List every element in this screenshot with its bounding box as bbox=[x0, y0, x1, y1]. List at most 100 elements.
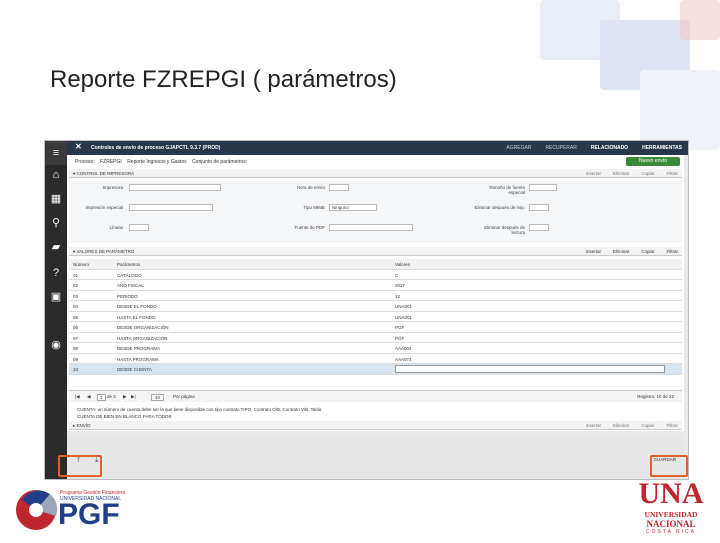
font-size-input[interactable] bbox=[529, 184, 557, 191]
cell-parameter: DESDE ORGANIZACIÓN bbox=[117, 325, 169, 330]
cell-value[interactable]: AAA004 bbox=[395, 346, 412, 351]
cell-value[interactable]: 2017 bbox=[395, 283, 405, 288]
cell-value[interactable]: PGF bbox=[395, 325, 404, 330]
grid-icon[interactable]: ▦ bbox=[45, 187, 67, 211]
add-button[interactable]: AGREGAR bbox=[506, 145, 531, 151]
printer-select[interactable] bbox=[129, 184, 221, 191]
cell-parameter: HASTA EL FONDO bbox=[117, 314, 156, 320]
time-input[interactable] bbox=[329, 184, 349, 191]
cell-parameter: HASTA ORGANIZACIÓN bbox=[117, 335, 168, 341]
delete-after-print-label: Eliminar después de imp. bbox=[474, 205, 525, 210]
una-line-1: UNIVERSIDAD bbox=[644, 510, 698, 519]
table-row[interactable]: 07 HASTA ORGANIZACIÓN PGF bbox=[69, 333, 682, 343]
table-row[interactable]: 03 PERIODO 12 bbox=[69, 291, 682, 301]
submit-copy-button[interactable]: Copiar bbox=[641, 421, 654, 430]
special-print-input[interactable] bbox=[129, 204, 213, 211]
tools-button[interactable]: HERRAMIENTAS bbox=[642, 145, 682, 151]
new-submission-button[interactable]: Nuevo envío bbox=[626, 157, 680, 166]
mime-input[interactable]: Ninguno bbox=[329, 204, 377, 211]
user-icon[interactable]: ◉ bbox=[45, 333, 67, 357]
menu-icon[interactable]: ≡ bbox=[45, 141, 67, 165]
cell-value[interactable]: PGF bbox=[395, 336, 404, 341]
pgf-text: PGF bbox=[58, 498, 120, 531]
help-icon[interactable]: ? bbox=[45, 261, 67, 285]
printer-form: Impresora Hora de envío Tamaño de fuente… bbox=[69, 181, 682, 243]
page-of-label: de 2 bbox=[107, 394, 116, 399]
printer-label: Impresora bbox=[102, 185, 123, 190]
cell-parameter: DESDE CUENTA bbox=[117, 367, 152, 372]
last-page-icon[interactable]: ▶| bbox=[131, 394, 136, 400]
table-row[interactable]: 08 DESDE PROGRAMA AAA004 bbox=[69, 343, 682, 354]
search-icon[interactable]: ⚲ bbox=[45, 211, 67, 235]
decorative-background bbox=[480, 0, 720, 150]
next-page-icon[interactable]: ▶ bbox=[123, 394, 126, 400]
printer-copy-button[interactable]: Copiar bbox=[641, 169, 654, 178]
values-section-title: VALORES DE PARÁMETRO bbox=[76, 249, 135, 254]
cell-value[interactable]: C bbox=[395, 273, 398, 278]
delete-after-read-checkbox[interactable] bbox=[529, 224, 549, 231]
related-button[interactable]: RELACIONADO bbox=[591, 145, 628, 151]
retrieve-button[interactable]: RECUPERAR bbox=[545, 145, 576, 151]
cell-value[interactable]: 12 bbox=[395, 294, 400, 299]
crumb-process-code: FZREPGI bbox=[100, 159, 122, 165]
table-row[interactable]: 01 CATÁLOGO C bbox=[69, 270, 682, 280]
cell-value[interactable]: UNA001 bbox=[395, 315, 412, 320]
home-icon[interactable]: ⌂ bbox=[45, 163, 67, 187]
submit-insert-button[interactable]: Insertar bbox=[586, 421, 601, 430]
folder-icon[interactable]: ▰ bbox=[45, 235, 67, 259]
printer-section-header[interactable]: ▾ CONTROL DE IMPRESORA Insertar Eliminar… bbox=[69, 169, 682, 178]
table-row-selected[interactable]: 10 DESDE CUENTA bbox=[69, 364, 682, 375]
una-logo: UNA UNIVERSIDAD NACIONAL COSTA RICA bbox=[628, 478, 714, 538]
table-row[interactable]: 09 HASTA PROGRAMA AAA074 bbox=[69, 354, 682, 364]
special-print-label: Impresión especial bbox=[85, 205, 123, 210]
cell-number: 02 bbox=[73, 283, 79, 288]
submit-filter-button[interactable]: Filtrar bbox=[667, 421, 679, 430]
cell-number: 03 bbox=[73, 293, 79, 299]
values-filter-button[interactable]: Filtrar bbox=[667, 247, 679, 256]
cell-parameter: DESDE PROGRAMA bbox=[117, 346, 161, 351]
printer-filter-button[interactable]: Filtrar bbox=[667, 169, 679, 178]
values-insert-button[interactable]: Insertar bbox=[586, 247, 601, 256]
submit-delete-button[interactable]: Eliminar bbox=[613, 421, 629, 430]
values-section-header[interactable]: ▾ VALORES DE PARÁMETRO Insertar Eliminar… bbox=[69, 247, 682, 256]
prev-page-icon[interactable]: ◀ bbox=[87, 394, 90, 400]
per-page-select[interactable]: 10 bbox=[151, 394, 165, 401]
printer-insert-button[interactable]: Insertar bbox=[586, 169, 601, 178]
cell-parameter: AÑO FISCAL bbox=[117, 283, 144, 288]
delete-after-read-label: Eliminar después de lectura bbox=[484, 225, 525, 235]
first-page-icon[interactable]: |◀ bbox=[75, 394, 80, 400]
column-parameters: Parámetros bbox=[117, 262, 141, 267]
per-page-label: Por página bbox=[173, 394, 195, 399]
close-icon[interactable]: ✕ bbox=[75, 142, 82, 151]
help-line-1: CUENTA: un número de cuenta debe ser la … bbox=[77, 407, 322, 412]
parameters-table: Número Parámetros Valores 01 CATÁLOGO C 02… bbox=[69, 259, 682, 375]
cell-number: 04 bbox=[73, 304, 79, 309]
table-row[interactable]: 04 DESDE EL FONDO UNA001 bbox=[69, 301, 682, 312]
column-number: Número bbox=[73, 262, 90, 267]
page-input[interactable]: 1 bbox=[97, 394, 106, 401]
values-delete-button[interactable]: Eliminar bbox=[613, 247, 629, 256]
printer-delete-button[interactable]: Eliminar bbox=[613, 169, 629, 178]
pgf-logo: Programa Gestión Financiera UNIVERSIDAD … bbox=[12, 482, 142, 538]
lock-icon[interactable]: ▣ bbox=[45, 285, 67, 309]
delete-after-print-checkbox[interactable] bbox=[529, 204, 549, 211]
cell-parameter: DESDE EL FONDO bbox=[117, 304, 157, 309]
values-copy-button[interactable]: Copiar bbox=[641, 247, 654, 256]
breadcrumb: Proceso: FZREPGI Reporte Ingresos y Gast… bbox=[75, 159, 251, 165]
lines-input[interactable] bbox=[129, 224, 149, 231]
pdf-font-input[interactable] bbox=[329, 224, 413, 231]
table-row[interactable]: 06 DESDE ORGANIZACIÓN PGF bbox=[69, 322, 682, 333]
cell-number: 06 bbox=[73, 325, 79, 330]
cell-value[interactable]: AAA074 bbox=[395, 357, 412, 362]
submit-section-title: ENVÍO bbox=[76, 423, 91, 428]
cell-number: 05 bbox=[73, 314, 79, 320]
submit-section-header[interactable]: ▸ ENVÍO Insertar Eliminar Copiar Filtrar bbox=[69, 421, 682, 430]
crumb-process-name: Reporte Ingresos y Gastos bbox=[127, 159, 187, 165]
table-row[interactable]: 02 AÑO FISCAL 2017 bbox=[69, 280, 682, 291]
cell-parameter: PERIODO bbox=[117, 293, 138, 299]
cell-value[interactable]: UNA001 bbox=[395, 304, 412, 309]
app-header: ✕ Controles de envío de proceso GJAPCTL … bbox=[67, 141, 688, 155]
cell-value-input[interactable] bbox=[395, 365, 665, 373]
table-row[interactable]: 05 HASTA EL FONDO UNA001 bbox=[69, 312, 682, 322]
table-header: Número Parámetros Valores bbox=[69, 259, 682, 270]
